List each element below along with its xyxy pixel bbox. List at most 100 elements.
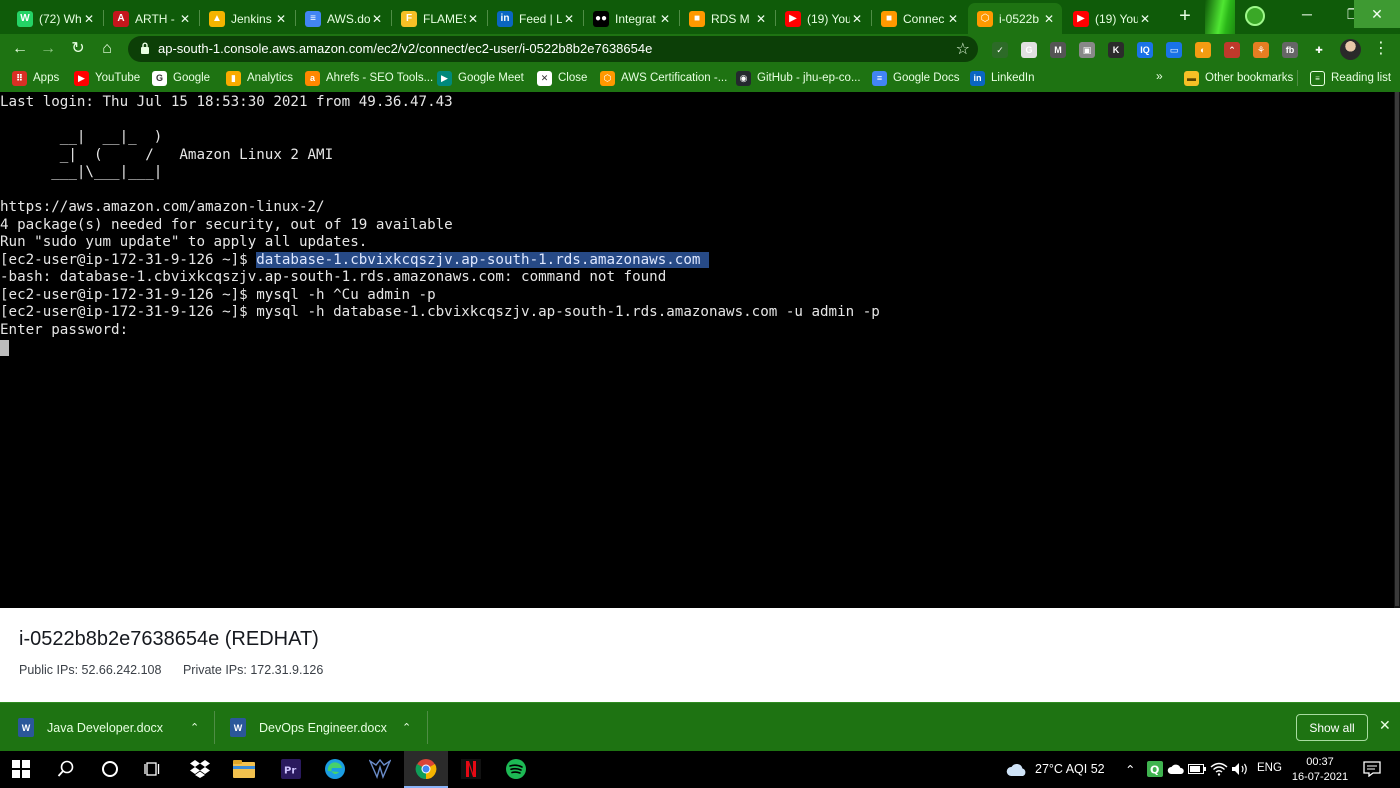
bookmark-item[interactable]: in LinkedIn (970, 70, 1034, 86)
notifications-icon[interactable] (1360, 757, 1384, 781)
browser-tab[interactable]: ■ RDS M ✕ (680, 3, 774, 34)
show-all-downloads-button[interactable]: Show all (1296, 714, 1368, 741)
ec2-terminal[interactable]: Last login: Thu Jul 15 18:53:30 2021 fro… (0, 92, 1400, 608)
weather-text[interactable]: 27°C AQI 52 (1035, 762, 1105, 776)
close-tab-icon[interactable]: ✕ (946, 12, 960, 26)
browser-tab[interactable]: F FLAMES✕ (392, 3, 486, 34)
download-item-java-developer[interactable]: W Java Developer.docx ⌃ (18, 703, 214, 752)
close-window-icon[interactable]: ✕ (1354, 0, 1400, 28)
m-extension-icon[interactable]: M (1050, 42, 1066, 58)
download-item-devops-engineer[interactable]: W DevOps Engineer.docx ⌃ (230, 703, 426, 752)
browser-tab[interactable]: W (72) Wh ✕ (8, 3, 102, 34)
close-tab-icon[interactable]: ✕ (1042, 12, 1056, 26)
tab-separator (583, 10, 584, 26)
bookmark-item[interactable]: ✕ Close (537, 70, 587, 86)
battery-icon[interactable] (1185, 757, 1209, 781)
download-separator (427, 711, 428, 744)
close-tab-icon[interactable]: ✕ (562, 12, 576, 26)
screen-extension-icon[interactable]: ▭ (1166, 42, 1182, 58)
chevron-up-icon[interactable]: ⌃ (190, 721, 199, 734)
close-tab-icon[interactable]: ✕ (850, 12, 864, 26)
close-tab-icon[interactable]: ✕ (658, 12, 672, 26)
grammarly-extension-icon[interactable]: G (1021, 42, 1037, 58)
dropbox-icon[interactable] (188, 757, 212, 781)
terminal-scrollbar-thumb[interactable] (1395, 92, 1399, 606)
input-language[interactable]: ENG (1257, 762, 1282, 774)
predator-sense-icon[interactable] (368, 757, 392, 781)
bookmark-item[interactable]: ⠿ Apps (12, 70, 59, 86)
lock-icon[interactable] (140, 42, 150, 54)
graph-extension-icon[interactable]: ⌃ (1224, 42, 1240, 58)
browser-tab[interactable]: ≡ AWS.do ✕ (296, 3, 390, 34)
bookmark-item[interactable]: ▶ Google Meet (437, 70, 524, 86)
profile-avatar[interactable] (1340, 39, 1361, 60)
show-hidden-icons-chevron[interactable]: ⌃ (1125, 762, 1135, 777)
photo-extension-icon[interactable]: ▣ (1079, 42, 1095, 58)
close-tab-icon[interactable]: ✕ (178, 12, 192, 26)
netflix-icon[interactable] (459, 757, 483, 781)
bookmark-item[interactable]: G Google (152, 70, 210, 86)
speaker-volume-icon[interactable] (1228, 757, 1252, 781)
close-tab-icon[interactable]: ✕ (82, 12, 96, 26)
search-icon[interactable] (54, 757, 78, 781)
close-tab-icon[interactable]: ✕ (274, 12, 288, 26)
weather-cloud-icon[interactable] (1005, 757, 1029, 781)
k-extension-icon[interactable]: K (1108, 42, 1124, 58)
premiere-pro-icon[interactable]: Pr (279, 757, 303, 781)
close-tab-icon[interactable]: ✕ (754, 12, 768, 26)
browser-tab[interactable]: ■ Connec ✕ (872, 3, 966, 34)
bookmark-item[interactable]: ▮ Analytics (226, 70, 293, 86)
edge-browser-icon[interactable] (323, 757, 347, 781)
forward-arrow-icon[interactable]: → (38, 39, 58, 59)
system-clock[interactable]: 00:37 16-07-2021 (1290, 755, 1350, 785)
bookmark-item[interactable]: a Ahrefs - SEO Tools... (305, 70, 433, 86)
address-bar[interactable]: ap-south-1.console.aws.amazon.com/ec2/v2… (128, 36, 978, 62)
plant-extension-icon[interactable]: ⚘ (1253, 42, 1269, 58)
bookmark-star-icon[interactable]: ☆ (956, 39, 970, 59)
shield-extension-icon[interactable]: ✓ (992, 42, 1008, 58)
close-tab-icon[interactable]: ✕ (1138, 12, 1152, 26)
browser-tab[interactable]: in Feed | L ✕ (488, 3, 582, 34)
flames-icon: F (401, 10, 417, 27)
chrome-icon[interactable] (414, 757, 438, 781)
file-explorer-icon[interactable] (232, 757, 256, 781)
browser-tab[interactable]: A ARTH - ✕ (104, 3, 198, 34)
other-bookmarks[interactable]: ▬ Other bookmarks (1184, 70, 1293, 86)
back-arrow-icon[interactable]: ← (10, 39, 30, 59)
minimize-window-icon[interactable]: ─ (1284, 0, 1330, 28)
bookmark-item[interactable]: ▶ YouTube (74, 70, 140, 86)
task-view-icon[interactable] (141, 757, 165, 781)
bookmark-item[interactable]: ≡ Google Docs (872, 70, 959, 86)
vpn-status-icon[interactable] (1245, 6, 1265, 26)
reload-icon[interactable]: ↻ (68, 39, 88, 59)
chevron-up-icon[interactable]: ⌃ (402, 721, 411, 734)
windows-start-icon[interactable] (9, 757, 33, 781)
terminal-line: Enter password: (0, 322, 880, 340)
reading-list[interactable]: ≡ Reading list (1310, 70, 1391, 86)
home-icon[interactable]: ⌂ (97, 39, 117, 59)
close-tab-icon[interactable]: ✕ (370, 12, 384, 26)
cortana-icon[interactable] (98, 757, 122, 781)
more-bookmarks-chevron[interactable]: » (1156, 69, 1163, 83)
puzzle-extension-icon[interactable]: ✚ (1311, 42, 1327, 58)
browser-tab[interactable]: ⬡ i-0522b ✕ (968, 3, 1062, 34)
browser-tab[interactable]: ●● Integrat ✕ (584, 3, 678, 34)
browser-tab[interactable]: ▶ (19) You ✕ (776, 3, 870, 34)
browser-tab[interactable]: ▶ (19) You ✕ (1064, 3, 1158, 34)
terminal-selected-text[interactable]: database-1.cbvixkcqszjv.ap-south-1.rds.a… (256, 251, 709, 268)
iq-extension-icon[interactable]: IQ (1137, 42, 1153, 58)
terminal-line-text: __| __|_ ) (0, 129, 163, 145)
react-extension-icon[interactable]: ◐ (1195, 42, 1211, 58)
spotify-icon[interactable] (504, 757, 528, 781)
browser-menu-icon[interactable]: ⋮ (1373, 40, 1389, 58)
url-text[interactable]: ap-south-1.console.aws.amazon.com/ec2/v2… (158, 41, 652, 56)
close-tab-icon[interactable]: ✕ (466, 12, 480, 26)
new-tab-button[interactable]: + (1174, 5, 1196, 27)
terminal-scrollbar[interactable] (1394, 92, 1400, 608)
bookmark-item[interactable]: ⬡ AWS Certification -... (600, 70, 727, 86)
fb-extension-icon[interactable]: fb (1282, 42, 1298, 58)
close-downloads-icon[interactable]: ✕ (1379, 717, 1391, 734)
bookmark-item[interactable]: ◉ GitHub - jhu-ep-co... (736, 70, 861, 86)
browser-tab[interactable]: ▲ Jenkins ✕ (200, 3, 294, 34)
